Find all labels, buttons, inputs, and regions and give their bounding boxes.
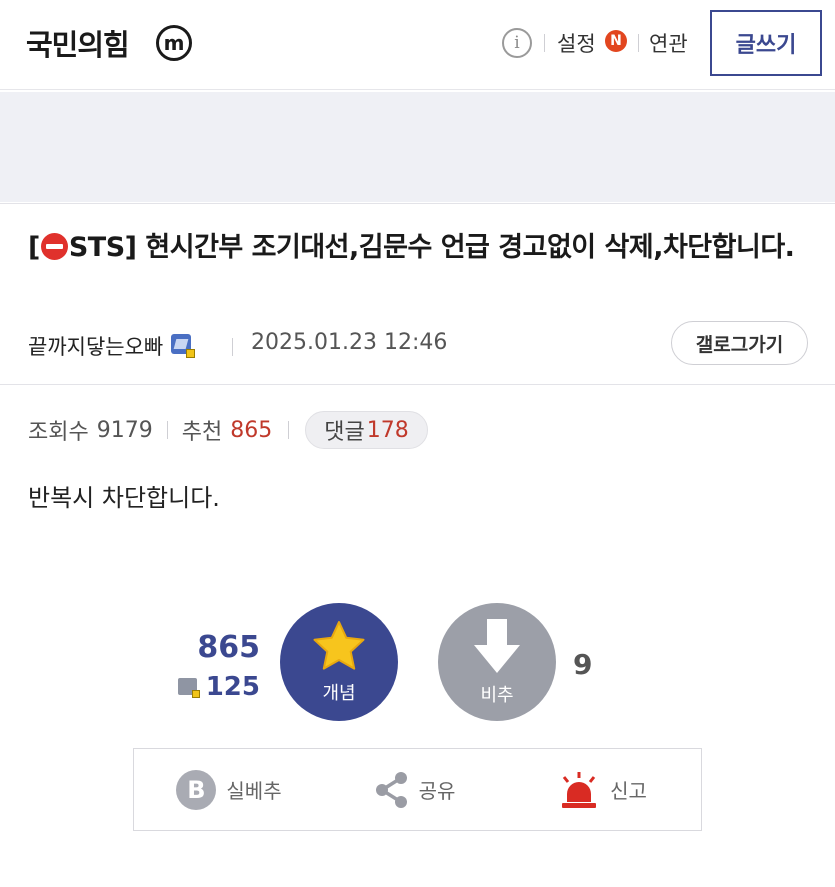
upvote-label: 개념 [322, 683, 356, 704]
gallery-title[interactable]: 국민의힘 [26, 22, 130, 64]
down-arrow-icon [474, 619, 520, 673]
post-header: [ STS] 현시간부 조기대선,김문수 언급 경고없이 삭제,차단합니다. 끝까… [0, 203, 835, 385]
author-name[interactable]: 끝까지닿는오빠 [28, 331, 163, 361]
silbe-recommend-button[interactable]: B 실베추 [134, 749, 324, 830]
siren-icon [562, 771, 597, 808]
settings-button[interactable]: 설정 [557, 28, 596, 58]
recommend-count: 865 [230, 417, 273, 443]
ad-banner-area [0, 92, 835, 202]
author-info: 끝까지닿는오빠 [28, 331, 196, 361]
views-label: 조회수 [28, 420, 89, 445]
title-bracket: [ [28, 232, 40, 263]
upvote-count: 865 [197, 630, 260, 665]
share-button[interactable]: 공유 [324, 749, 504, 830]
post-stats: 조회수 9179 추천 865 댓글 178 [28, 410, 428, 450]
share-icon [375, 771, 407, 808]
no-entry-icon [40, 233, 68, 260]
b-icon: B [176, 769, 217, 810]
fixed-nick-icon [178, 676, 200, 698]
title-tag: STS] [68, 232, 137, 263]
write-button[interactable]: 글쓰기 [710, 10, 822, 76]
gallery-header: 국민의힘 m i 설정 N 연관 글쓰기 [0, 0, 835, 90]
silbe-label: 실베추 [226, 779, 282, 803]
semi-fixed-nick-icon [171, 334, 196, 358]
share-label: 공유 [418, 779, 456, 803]
divider [638, 34, 639, 52]
minor-gallery-icon: m [156, 25, 192, 61]
post-date: 2025.01.23 12:46 [251, 330, 448, 355]
new-badge: N [605, 30, 627, 52]
recommend-label: 추천 [181, 420, 223, 445]
info-icon[interactable]: i [502, 28, 532, 58]
comments-count: 178 [366, 417, 409, 443]
fixed-nick-upvote-count: 125 [205, 672, 260, 702]
fixed-nick-upvote: 125 [178, 672, 260, 702]
comments-label: 댓글 [324, 420, 365, 445]
related-button[interactable]: 연관 [649, 28, 688, 58]
divider [166, 421, 168, 439]
divider [288, 421, 290, 439]
report-label: 신고 [610, 779, 647, 803]
downvote-label: 비추 [480, 685, 514, 706]
post-action-bar: B 실베추 공유 신고 [133, 748, 702, 831]
report-button[interactable]: 신고 [504, 749, 701, 830]
downvote-button[interactable]: 비추 [438, 603, 556, 721]
post-body: 반복시 차단합니다. [28, 484, 220, 512]
star-icon [313, 621, 365, 670]
gallog-button[interactable]: 갤로그가기 [671, 321, 808, 365]
upvote-button[interactable]: 개념 [280, 603, 398, 721]
comments-button[interactable]: 댓글 178 [305, 411, 428, 449]
title-text: 현시간부 조기대선,김문수 언급 경고없이 삭제,차단합니다. [136, 232, 795, 263]
downvote-count: 9 [573, 648, 593, 681]
post-title: [ STS] 현시간부 조기대선,김문수 언급 경고없이 삭제,차단합니다. [28, 224, 808, 271]
divider [544, 34, 545, 52]
views-count: 9179 [96, 417, 153, 443]
divider [232, 338, 233, 356]
